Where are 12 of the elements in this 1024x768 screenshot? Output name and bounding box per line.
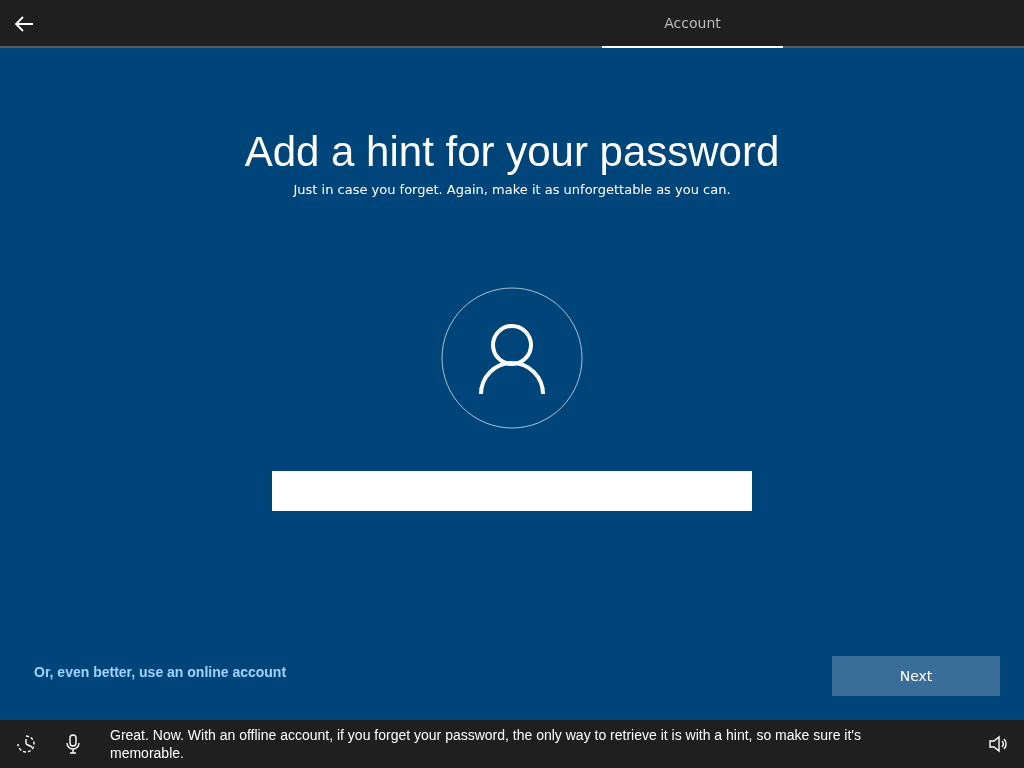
page-title: Add a hint for your password [244, 128, 780, 176]
online-account-link[interactable]: Or, even better, use an online account [34, 664, 287, 680]
ease-of-access-icon[interactable] [16, 734, 36, 754]
speaker-icon[interactable] [988, 735, 1008, 753]
narration-text: Great. Now. With an offline account, if you forget your password, the only way to retrieve it is with a hint, so make sure it's memorable. [110, 726, 862, 762]
next-button[interactable]: Next [832, 656, 1000, 696]
subtitle: Just in case you forget. Again, make it as unforgettable as you can. [293, 182, 731, 197]
microphone-icon[interactable] [66, 734, 80, 754]
back-arrow-icon[interactable] [14, 16, 34, 32]
tab[interactable]: Account [602, 0, 783, 48]
user-avatar-icon [441, 287, 583, 429]
hint-input-field[interactable] [272, 471, 752, 511]
